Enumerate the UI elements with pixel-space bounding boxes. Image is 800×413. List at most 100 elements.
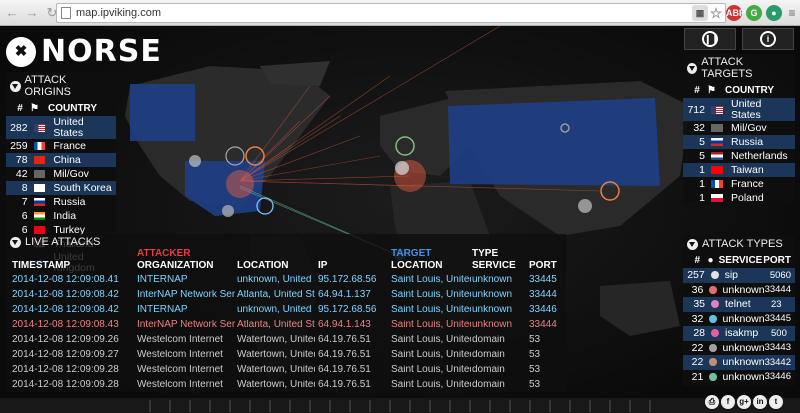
- country-row[interactable]: 78 China: [6, 153, 116, 167]
- port-cell: 53: [529, 365, 541, 375]
- target-location-cell: Saint Louis, United States: [391, 380, 471, 390]
- ip-cell: 64.19.76.51: [318, 335, 371, 345]
- country-name: Taiwan: [731, 163, 764, 176]
- live-attack-row[interactable]: 2014-12-08 12:09:09.27 Westelcom Internet…: [6, 350, 566, 365]
- col-country: COUNTRY: [725, 84, 775, 96]
- extension-g-icon[interactable]: G: [746, 5, 762, 21]
- organization-cell: INTERNAP: [137, 275, 188, 285]
- target-location-cell: Saint Louis, United States: [391, 275, 471, 285]
- attack-type-row[interactable]: 22 unknown 33442: [683, 355, 795, 370]
- location-cell: Watertown, United States: [237, 350, 315, 360]
- attack-type-row[interactable]: 21 unknown 33446: [683, 370, 795, 385]
- port-cell: 33444: [529, 290, 557, 300]
- bookmark-star-icon[interactable]: ☆: [708, 5, 724, 21]
- pause-button[interactable]: ❙❙: [684, 28, 736, 50]
- service-port: 500: [771, 327, 787, 339]
- attack-targets-header[interactable]: ATTACK TARGETS: [683, 54, 795, 82]
- live-attacks-title: LIVE ATTACKS: [25, 236, 101, 248]
- attack-types-title: ATTACK TYPES: [702, 238, 783, 250]
- location-cell: Watertown, United States: [237, 365, 315, 375]
- country-row[interactable]: 7 Russia: [6, 195, 116, 209]
- port-cell: 53: [529, 380, 541, 390]
- live-attack-row[interactable]: 2014-12-08 12:09:09.28 Westelcom Internet…: [6, 365, 566, 380]
- live-attacks-header[interactable]: LIVE ATTACKS: [6, 234, 104, 250]
- attack-type-row[interactable]: 36 unknown 33444: [683, 283, 795, 298]
- target-location-cell: Saint Louis, United States: [391, 305, 471, 315]
- address-bar[interactable]: map.ipviking.com: [56, 3, 726, 23]
- col-port: PORT: [529, 260, 557, 271]
- attack-type-row[interactable]: 28 isakmp 500: [683, 326, 795, 341]
- menu-icon[interactable]: ≡: [784, 5, 800, 21]
- attack-types-header[interactable]: ATTACK TYPES: [683, 236, 795, 252]
- hotspot-asia: [578, 199, 592, 213]
- attack-type-row[interactable]: 22 unknown 33443: [683, 341, 795, 356]
- adblock-icon[interactable]: ABP: [726, 5, 745, 21]
- country-row[interactable]: 5 Netherlands: [683, 149, 795, 163]
- ip-cell: 64.19.76.51: [318, 350, 371, 360]
- live-attack-row[interactable]: 2014-12-08 12:09:08.41 INTERNAP unknown, U…: [6, 275, 566, 290]
- collapse-icon: [687, 238, 698, 250]
- country-row[interactable]: 5 Russia: [683, 135, 795, 149]
- attack-type-row[interactable]: 257 sip 5060: [683, 268, 795, 283]
- print-icon[interactable]: ⎙: [705, 395, 719, 409]
- service-color-icon: [709, 285, 717, 294]
- country-row[interactable]: 8 South Korea: [6, 181, 116, 195]
- country-row[interactable]: 282 United States: [6, 116, 116, 139]
- col-type: TYPE: [472, 248, 499, 259]
- pause-icon: ❙❙: [702, 31, 719, 47]
- col-count: #: [694, 254, 700, 266]
- col-target-location: LOCATION: [391, 260, 443, 271]
- target-location-cell: Saint Louis, United States: [391, 350, 471, 360]
- googleplus-icon[interactable]: g+: [737, 395, 751, 409]
- linkedin-icon[interactable]: in: [753, 395, 767, 409]
- location-cell: Atlanta, United States: [237, 290, 315, 300]
- attack-type-row[interactable]: 35 telnet 23: [683, 297, 795, 312]
- location-cell: unknown, United States: [237, 305, 315, 315]
- location-cell: Watertown, United States: [237, 380, 315, 390]
- service-name: isakmp: [725, 327, 759, 340]
- greenland-land: [260, 61, 330, 86]
- live-attack-row[interactable]: 2014-12-08 12:09:08.43 InterNAP Network S…: [6, 320, 566, 335]
- attack-type-count: 28: [693, 327, 705, 340]
- country-count: 5: [699, 150, 705, 162]
- ip-cell: 64.19.76.51: [318, 380, 371, 390]
- forward-icon[interactable]: →: [24, 5, 40, 21]
- country-row[interactable]: 712 United States: [683, 98, 795, 121]
- attack-type-count: 35: [693, 298, 705, 311]
- extension-icon[interactable]: ●: [766, 5, 782, 21]
- country-row[interactable]: 1 France: [683, 177, 795, 191]
- country-row[interactable]: 259 France: [6, 139, 116, 153]
- twitter-icon[interactable]: t: [769, 395, 783, 409]
- live-attack-row[interactable]: 2014-12-08 12:09:08.42 InterNAP Network S…: [6, 290, 566, 305]
- country-count: 7: [21, 196, 28, 208]
- back-icon[interactable]: ←: [4, 5, 20, 21]
- live-attacks-panel: LIVE ATTACKS ATTACKER TARGET TYPE TIMEST…: [6, 234, 566, 392]
- attack-type-row[interactable]: 32 unknown 33445: [683, 312, 795, 327]
- country-count: 32: [693, 122, 705, 134]
- country-row[interactable]: 32 Mil/Gov: [683, 121, 795, 135]
- info-button[interactable]: i: [742, 28, 794, 50]
- organization-cell: INTERNAP: [137, 305, 188, 315]
- country-row[interactable]: 1 Poland: [683, 191, 795, 205]
- country-name: Mil/Gov: [731, 121, 767, 134]
- country-row[interactable]: 6 India: [6, 209, 116, 223]
- attack-type-count: 22: [691, 356, 704, 369]
- live-attack-row[interactable]: 2014-12-08 12:09:08.42 INTERNAP unknown, U…: [6, 305, 566, 320]
- country-name: India: [53, 209, 77, 222]
- attack-origins-header[interactable]: ATTACK ORIGINS: [6, 72, 116, 100]
- hotspot-us-west: [189, 155, 201, 167]
- live-attack-row[interactable]: 2014-12-08 12:09:09.26 Westelcom Internet…: [6, 335, 566, 350]
- service-color-icon: [711, 329, 719, 338]
- col-count: #: [694, 84, 700, 96]
- live-attack-row[interactable]: 2014-12-08 12:09:09.28 Westelcom Internet…: [6, 380, 566, 395]
- translate-icon[interactable]: ▦: [692, 5, 708, 21]
- facebook-icon[interactable]: f: [721, 395, 735, 409]
- flag-tr-icon: [33, 226, 46, 234]
- country-row[interactable]: 1 Taiwan: [683, 163, 795, 177]
- organization-cell: Westelcom Internet: [137, 335, 223, 345]
- country-row[interactable]: 42 Mil/Gov: [6, 167, 116, 181]
- flag-kr-icon: [33, 184, 46, 192]
- browser-toolbar: ← → ↻ map.ipviking.com ▦ ☆ ABP G ● ≡: [0, 0, 800, 26]
- col-country: COUNTRY: [48, 102, 98, 114]
- col-count: #: [17, 102, 23, 114]
